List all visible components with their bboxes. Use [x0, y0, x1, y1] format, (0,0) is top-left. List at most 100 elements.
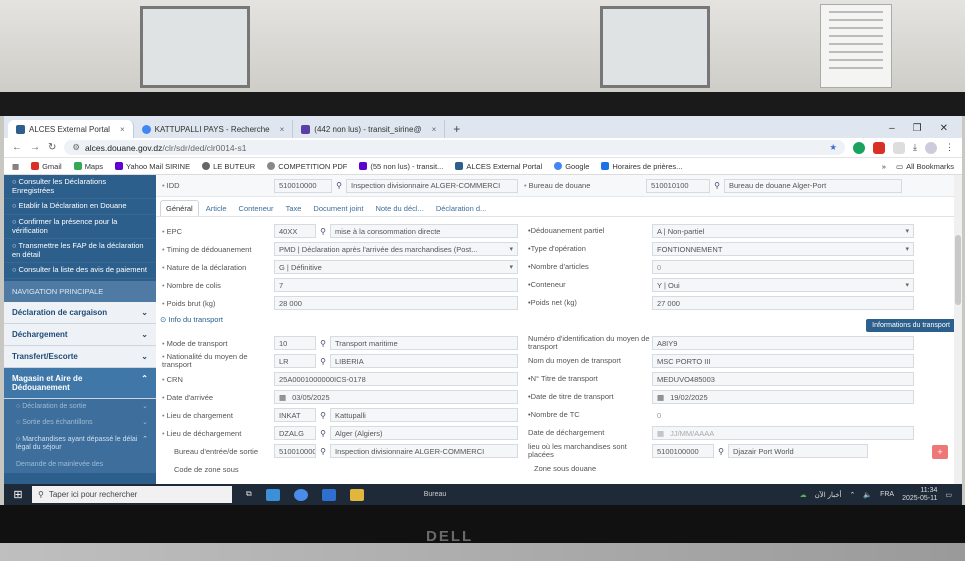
- lieu-marchandises-code[interactable]: 5100100000: [652, 444, 714, 458]
- site-info-icon[interactable]: ⚙: [72, 142, 80, 153]
- browser-tab[interactable]: (442 non lus) - transit_sirine@ ×: [293, 120, 446, 138]
- task-view-icon[interactable]: ⧉: [246, 489, 252, 501]
- titre-transport-field[interactable]: MEDUVO485003: [652, 372, 914, 386]
- taskbar-search-input[interactable]: ⚲ Taper ici pour rechercher: [32, 486, 232, 503]
- all-bookmarks[interactable]: ▭ All Bookmarks: [896, 162, 954, 171]
- browser-tab[interactable]: ALCES External Portal ×: [8, 120, 134, 138]
- maximize-icon[interactable]: ❐: [913, 123, 922, 134]
- calendar-icon[interactable]: ▦: [279, 393, 286, 402]
- scrollbar[interactable]: [954, 175, 962, 484]
- search-icon[interactable]: ⚲: [316, 336, 330, 350]
- bureau-code-field[interactable]: 510010100: [646, 178, 710, 193]
- date-titre-field[interactable]: ▦ 19/02/2025: [652, 390, 914, 404]
- apps-icon[interactable]: ▦: [12, 162, 19, 171]
- extension-icon[interactable]: [853, 141, 866, 154]
- windows-start-icon[interactable]: ⊞: [4, 488, 32, 501]
- mode-transport-code[interactable]: 10: [274, 336, 316, 350]
- chevron-up-icon[interactable]: ⌃: [849, 491, 855, 499]
- new-tab-button[interactable]: +: [445, 122, 468, 138]
- epc-code-field[interactable]: 40XX: [274, 224, 316, 238]
- search-icon[interactable]: ⚲: [316, 426, 330, 440]
- date-dechargement-field[interactable]: ▦ JJ/MM/AAAA: [652, 426, 914, 440]
- poids-net-field[interactable]: 27 000: [652, 296, 914, 310]
- timing-select[interactable]: PMD | Déclaration après l'arrivée des ma…: [274, 242, 518, 256]
- search-icon[interactable]: ⚲: [316, 444, 330, 458]
- sidebar-link[interactable]: ○ Confirmer la présence pour la vérificat…: [4, 215, 156, 240]
- reload-icon[interactable]: ↻: [48, 142, 56, 153]
- id-moyen-transport-field[interactable]: A8IY9: [652, 336, 914, 350]
- browser-tab[interactable]: KATTUPALLI PAYS - Recherche ×: [134, 120, 294, 138]
- search-icon[interactable]: ⚲: [714, 444, 728, 458]
- sidebar-link[interactable]: ○ Consulter la liste des avis de paiement: [4, 263, 156, 279]
- nom-moyen-transport-field[interactable]: MSC PORTO III: [652, 354, 914, 368]
- nature-select[interactable]: G | Définitive: [274, 260, 518, 274]
- search-icon[interactable]: ⚲: [316, 408, 330, 422]
- minimize-icon[interactable]: –: [889, 123, 895, 134]
- bookmark-google[interactable]: Google: [554, 162, 589, 171]
- bookmark-mail[interactable]: (55 non lus) - transit...: [359, 162, 443, 171]
- language-indicator[interactable]: FRA: [880, 491, 894, 498]
- bookmark-maps[interactable]: Maps: [73, 162, 103, 171]
- tab-article[interactable]: Article: [201, 201, 232, 216]
- profile-icon[interactable]: [925, 141, 937, 154]
- bookmark-horaires[interactable]: Horaires de prières...: [601, 162, 682, 171]
- crn-field[interactable]: 25A0001000000ICS-0178: [274, 372, 518, 386]
- sidebar-link[interactable]: ○ Consulter les Déclarations Enregistrées: [4, 175, 156, 200]
- nationalite-code[interactable]: LR: [274, 354, 316, 368]
- sidebar-accordion[interactable]: Déclaration de cargaison ⌄: [4, 302, 156, 324]
- nombre-colis-field[interactable]: 7: [274, 278, 518, 292]
- tab-declaration[interactable]: Déclaration d...: [431, 201, 491, 216]
- close-icon[interactable]: ×: [280, 125, 285, 134]
- close-icon[interactable]: ×: [120, 125, 125, 134]
- tab-conteneur[interactable]: Conteneur: [234, 201, 279, 216]
- sidebar-accordion-open[interactable]: Magasin et Aire de Dédouanement ⌃: [4, 368, 156, 399]
- notification-icon[interactable]: ▭: [945, 491, 952, 499]
- calendar-icon[interactable]: ▦: [657, 393, 664, 402]
- back-icon[interactable]: ←: [12, 142, 22, 153]
- date-arrivee-field[interactable]: ▦ 03/05/2025: [274, 390, 518, 404]
- bookmark-gmail[interactable]: Gmail: [31, 162, 62, 171]
- search-icon[interactable]: ⚲: [316, 354, 330, 368]
- sidebar-subitem[interactable]: ○ Déclaration de sortie ⌄: [4, 399, 156, 416]
- sidebar-link[interactable]: ○ Transmettre les FAP de la déclaration e…: [4, 239, 156, 264]
- url-input[interactable]: ⚙ alces.douane.gov.dz/clr/sdr/ded/clr001…: [64, 140, 846, 155]
- chrome-icon[interactable]: [293, 488, 308, 501]
- sidebar-subitem[interactable]: Demande de mainlevée des: [4, 456, 156, 473]
- download-icon[interactable]: ⤓: [913, 142, 917, 154]
- lieu-chargement-code[interactable]: INKAT: [274, 408, 316, 422]
- dedouanement-partiel-select[interactable]: A | Non-partiel: [652, 224, 914, 238]
- tab-note[interactable]: Note du décl...: [370, 201, 428, 216]
- transport-info-button[interactable]: Informations du transport: [866, 319, 956, 332]
- search-icon[interactable]: ⚲: [710, 179, 724, 193]
- bookmark-yahoo[interactable]: Yahoo Mail SIRINE: [115, 162, 190, 171]
- idd-code-field[interactable]: 510010000: [274, 178, 332, 193]
- bureau-entree-code[interactable]: 510010000: [274, 444, 316, 458]
- more-bookmarks-icon[interactable]: »: [882, 162, 886, 171]
- lieu-dechargement-code[interactable]: DZALG: [274, 426, 316, 440]
- folder-icon[interactable]: [349, 488, 364, 501]
- search-icon[interactable]: ⚲: [316, 224, 330, 238]
- menu-icon[interactable]: ⋮: [945, 142, 954, 154]
- bookmark-buteur[interactable]: LE BUTEUR: [202, 162, 255, 171]
- sidebar-accordion[interactable]: Transfert/Escorte ⌄: [4, 346, 156, 368]
- forward-icon[interactable]: →: [30, 142, 40, 153]
- volume-icon[interactable]: 🔈: [863, 491, 872, 499]
- tab-document[interactable]: Document joint: [308, 201, 368, 216]
- extension-icon[interactable]: [873, 141, 886, 154]
- puzzle-icon[interactable]: [893, 141, 906, 154]
- clock[interactable]: 11:34 2025-05-11: [902, 487, 937, 502]
- bookmark-alces[interactable]: ALCES External Portal: [455, 162, 542, 171]
- add-button[interactable]: +: [932, 445, 948, 459]
- bookmark-competition[interactable]: COMPETITION PDF: [267, 162, 347, 171]
- calendar-icon[interactable]: ▦: [657, 429, 664, 438]
- search-icon[interactable]: ⚲: [332, 179, 346, 193]
- tab-general[interactable]: Général: [160, 200, 199, 216]
- transport-section-title[interactable]: ⊙ Info du transport: [160, 315, 223, 324]
- conteneur-select[interactable]: Y | Oui: [652, 278, 914, 292]
- news-label[interactable]: أخبار الآن: [815, 491, 842, 499]
- sidebar-subitem[interactable]: ○ Sortie des échantillons ⌄: [4, 415, 156, 432]
- star-icon[interactable]: ★: [829, 142, 837, 153]
- poids-brut-field[interactable]: 28 000: [274, 296, 518, 310]
- sidebar-link[interactable]: ○ Etablir la Déclaration en Douane: [4, 199, 156, 215]
- tab-taxe[interactable]: Taxe: [281, 201, 307, 216]
